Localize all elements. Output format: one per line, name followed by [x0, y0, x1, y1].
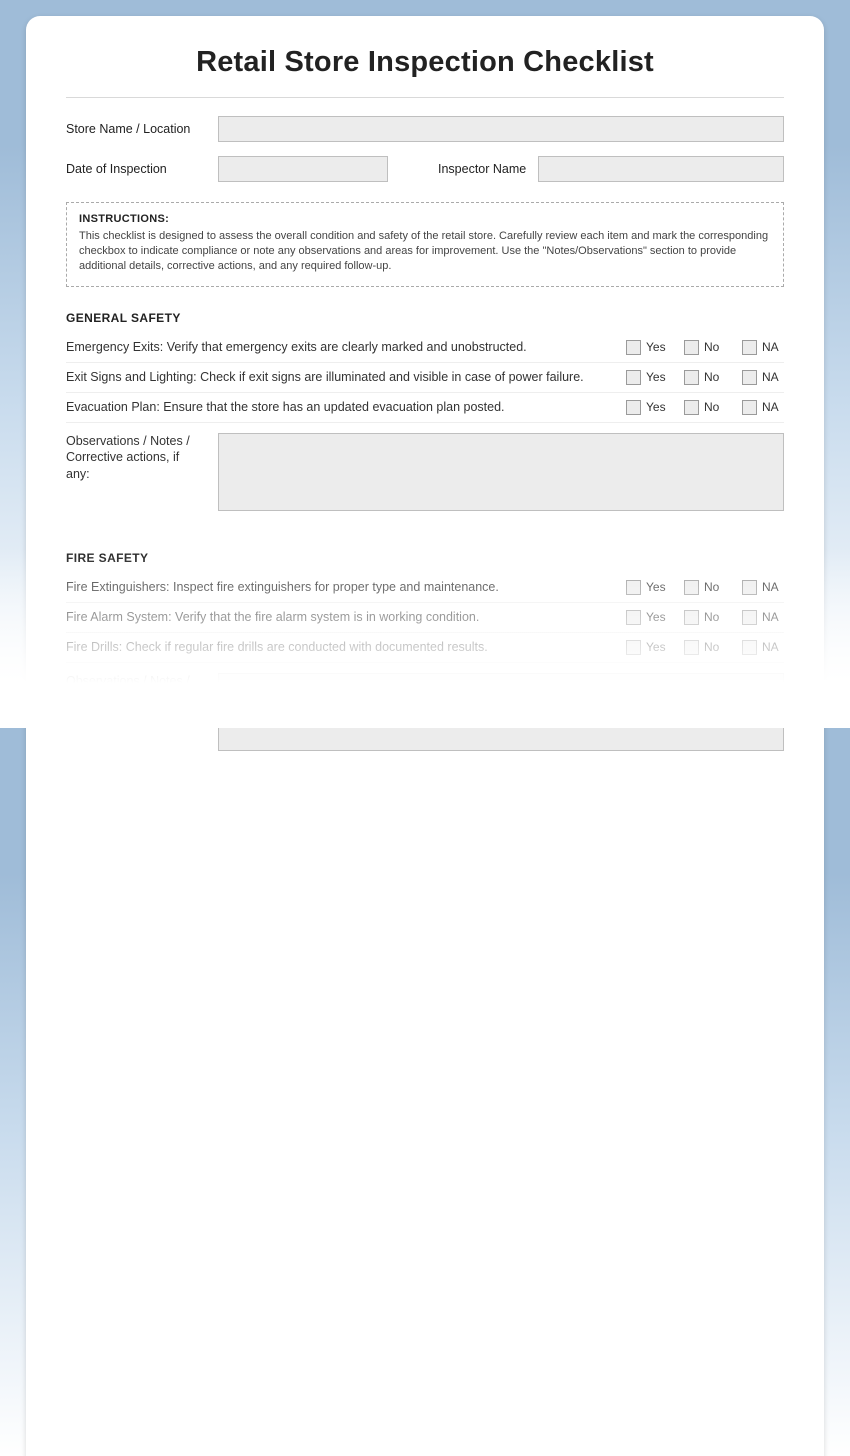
checklist-item-text: Emergency Exits: Verify that emergency e… [66, 340, 610, 354]
checkbox-na[interactable] [742, 400, 757, 415]
checklist-row: Emergency Exits: Verify that emergency e… [66, 333, 784, 363]
checklist-row: Fire Drills: Check if regular fire drill… [66, 633, 784, 663]
checkbox-no[interactable] [684, 640, 699, 655]
checkbox-no[interactable] [684, 400, 699, 415]
checkbox-na-label: NA [762, 610, 784, 624]
notes-label: Observations / Notes / Corrective action… [66, 433, 206, 511]
store-name-label: Store Name / Location [66, 122, 206, 136]
checklist-item-text: Evacuation Plan: Ensure that the store h… [66, 400, 610, 414]
instructions-box: INSTRUCTIONS: This checklist is designed… [66, 202, 784, 287]
checkbox-na-label: NA [762, 370, 784, 384]
inspector-input[interactable] [538, 156, 784, 182]
checkbox-na[interactable] [742, 640, 757, 655]
checkbox-no[interactable] [684, 610, 699, 625]
checkbox-na-label: NA [762, 580, 784, 594]
notes-label: Observations / Notes / Corrective action… [66, 673, 206, 751]
page-title: Retail Store Inspection Checklist [66, 46, 784, 98]
checkbox-yes[interactable] [626, 340, 641, 355]
checkbox-yes-label: Yes [646, 400, 668, 414]
checkbox-no-label: No [704, 370, 726, 384]
checkbox-no-label: No [704, 400, 726, 414]
checkbox-no-label: No [704, 610, 726, 624]
checkbox-yes[interactable] [626, 610, 641, 625]
notes-textarea[interactable] [218, 433, 784, 511]
document-page: Retail Store Inspection Checklist Store … [26, 16, 824, 1456]
section-heading-fire-safety: FIRE SAFETY [66, 551, 784, 565]
checklist-row: Fire Alarm System: Verify that the fire … [66, 603, 784, 633]
checkbox-yes[interactable] [626, 640, 641, 655]
checkbox-yes-label: Yes [646, 610, 668, 624]
notes-textarea[interactable] [218, 673, 784, 751]
checkbox-no-label: No [704, 640, 726, 654]
checkbox-na[interactable] [742, 580, 757, 595]
checkbox-na-label: NA [762, 640, 784, 654]
checkbox-yes[interactable] [626, 580, 641, 595]
checkbox-na-label: NA [762, 340, 784, 354]
checkbox-no[interactable] [684, 580, 699, 595]
date-input[interactable] [218, 156, 388, 182]
checkbox-na[interactable] [742, 610, 757, 625]
store-name-row: Store Name / Location [66, 116, 784, 142]
checklist-item-text: Fire Extinguishers: Inspect fire extingu… [66, 580, 610, 594]
checkbox-yes-label: Yes [646, 340, 668, 354]
instructions-heading: INSTRUCTIONS: [79, 213, 771, 225]
checklist-row: Exit Signs and Lighting: Check if exit s… [66, 363, 784, 393]
checkbox-no-label: No [704, 580, 726, 594]
checklist-row: Evacuation Plan: Ensure that the store h… [66, 393, 784, 423]
checkbox-na-label: NA [762, 400, 784, 414]
notes-row: Observations / Notes / Corrective action… [66, 673, 784, 751]
checklist-item-text: Exit Signs and Lighting: Check if exit s… [66, 370, 610, 384]
inspector-label: Inspector Name [438, 162, 526, 176]
checkbox-no[interactable] [684, 340, 699, 355]
checkbox-yes-label: Yes [646, 640, 668, 654]
checkbox-na[interactable] [742, 340, 757, 355]
checkbox-na[interactable] [742, 370, 757, 385]
checkbox-yes-label: Yes [646, 580, 668, 594]
checklist-row: Fire Extinguishers: Inspect fire extingu… [66, 573, 784, 603]
section-heading-general-safety: GENERAL SAFETY [66, 311, 784, 325]
checkbox-no-label: No [704, 340, 726, 354]
checkbox-yes[interactable] [626, 400, 641, 415]
store-name-input[interactable] [218, 116, 784, 142]
checkbox-yes-label: Yes [646, 370, 668, 384]
checklist-item-text: Fire Alarm System: Verify that the fire … [66, 610, 610, 624]
notes-row: Observations / Notes / Corrective action… [66, 433, 784, 511]
checkbox-no[interactable] [684, 370, 699, 385]
date-label: Date of Inspection [66, 162, 206, 176]
date-inspector-row: Date of Inspection Inspector Name [66, 156, 784, 182]
instructions-body: This checklist is designed to assess the… [79, 229, 771, 274]
checkbox-yes[interactable] [626, 370, 641, 385]
checklist-item-text: Fire Drills: Check if regular fire drill… [66, 640, 610, 654]
